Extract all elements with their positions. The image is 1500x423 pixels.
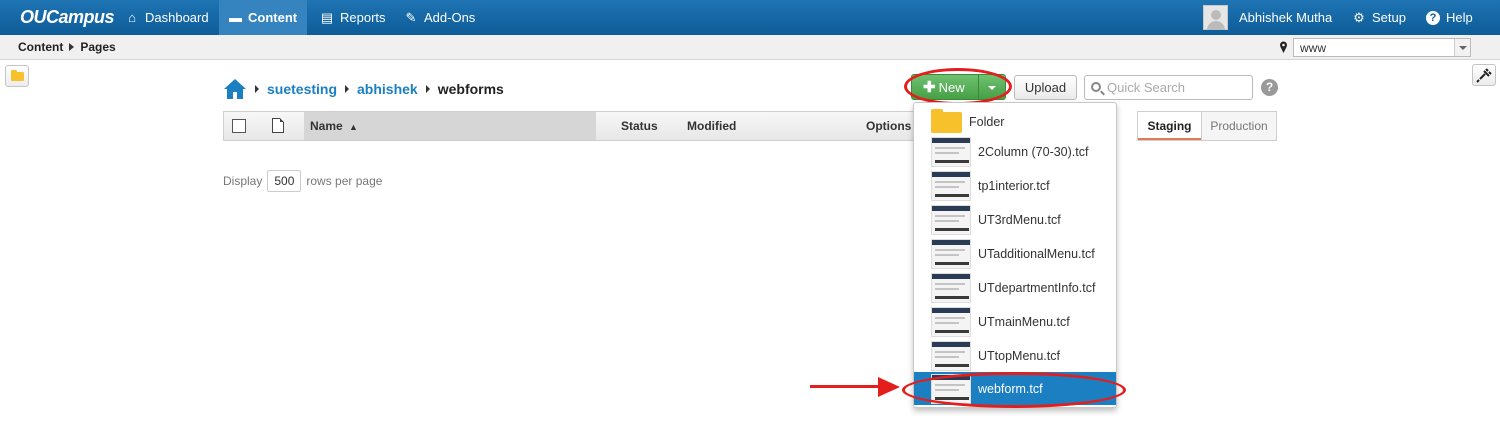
- annotation-arrow: [810, 385, 880, 388]
- menu-item-template[interactable]: UTtopMenu.tcf: [914, 339, 1116, 373]
- column-options: Options: [866, 119, 912, 133]
- column-name[interactable]: Name ▲: [304, 112, 596, 140]
- nav-reports-label: Reports: [340, 10, 386, 25]
- chevron-right-icon: [69, 43, 75, 51]
- breadcrumb-pages: Pages: [80, 40, 116, 54]
- breadcrumb: Content Pages: [18, 40, 116, 54]
- annotation-circle-webform: [902, 372, 1126, 408]
- pin-icon: ✎: [405, 9, 417, 25]
- chevron-down-icon[interactable]: [1454, 39, 1470, 56]
- question-circle-icon: ?: [1426, 10, 1440, 25]
- menu-item-template[interactable]: 2Column (70-30).tcf: [914, 135, 1116, 169]
- site-select-value: www: [1300, 41, 1326, 55]
- path-current-folder: webforms: [437, 81, 504, 97]
- menu-item-template[interactable]: UTdepartmentInfo.tcf: [914, 271, 1116, 305]
- menu-item-label: 2Column (70-30).tcf: [978, 145, 1089, 159]
- gadgets-toggle-button[interactable]: [1472, 64, 1496, 86]
- template-thumbnail: [931, 307, 971, 337]
- menu-item-label: tp1interior.tcf: [978, 179, 1050, 193]
- chevron-right-icon: [345, 85, 350, 93]
- template-thumbnail: [931, 239, 971, 269]
- menu-item-template[interactable]: tp1interior.tcf: [914, 169, 1116, 203]
- rows-per-page-select[interactable]: 500: [267, 170, 302, 192]
- folder-path: suetesting abhishek webforms: [223, 78, 504, 100]
- tab-production[interactable]: Production: [1201, 112, 1276, 140]
- chevron-right-icon: [425, 85, 430, 93]
- app-logo[interactable]: OUCampus: [20, 7, 115, 28]
- plug-icon: [1476, 68, 1492, 83]
- annotation-arrow-head: [878, 377, 900, 397]
- nav-setup[interactable]: ⚙ Setup: [1342, 0, 1416, 35]
- site-select[interactable]: www: [1293, 38, 1471, 57]
- select-all-checkbox[interactable]: [232, 119, 246, 133]
- breadcrumb-content[interactable]: Content: [18, 40, 63, 54]
- breadcrumb-bar: Content Pages: [0, 35, 1500, 60]
- path-link-suetesting[interactable]: suetesting: [267, 81, 337, 97]
- nav-addons[interactable]: ✎ Add-Ons: [394, 0, 485, 35]
- search-icon: [1091, 82, 1101, 92]
- file-table-header: Name ▲ Status Modified Options: [223, 111, 915, 141]
- nav-setup-label: Setup: [1372, 10, 1406, 25]
- user-menu[interactable]: Abhishek Mutha: [1229, 0, 1342, 35]
- template-thumbnail: [931, 341, 971, 371]
- quick-search-input[interactable]: Quick Search: [1084, 75, 1253, 100]
- menu-item-label: UTadditionalMenu.tcf: [978, 247, 1095, 261]
- tab-staging[interactable]: Staging: [1138, 112, 1201, 140]
- clipboard-icon: ▤: [320, 9, 334, 25]
- quick-search-placeholder: Quick Search: [1107, 80, 1186, 95]
- avatar[interactable]: [1203, 5, 1228, 30]
- new-dropdown-menu: Folder 2Column (70-30).tcf tp1interior.t…: [913, 102, 1117, 408]
- column-modified[interactable]: Modified: [687, 112, 736, 140]
- file-tree-toggle-button[interactable]: [5, 65, 29, 87]
- menu-item-folder[interactable]: Folder: [914, 105, 1116, 139]
- nav-dashboard-label: Dashboard: [145, 10, 209, 25]
- file-type-icon: [272, 118, 284, 133]
- nav-help-label: Help: [1446, 10, 1473, 25]
- version-tabs: Staging Production: [1137, 111, 1277, 141]
- nav-content[interactable]: ▬ Content: [219, 0, 307, 35]
- rows-per-page: Display 500 rows per page: [223, 170, 382, 192]
- menu-item-label: UTtopMenu.tcf: [978, 349, 1060, 363]
- nav-addons-label: Add-Ons: [424, 10, 476, 25]
- user-name: Abhishek Mutha: [1239, 10, 1333, 25]
- chevron-right-icon: [255, 85, 259, 93]
- home-icon[interactable]: [223, 78, 247, 100]
- nav-dashboard[interactable]: ⌂ Dashboard: [115, 0, 219, 35]
- menu-item-template[interactable]: UTadditionalMenu.tcf: [914, 237, 1116, 271]
- path-link-abhishek[interactable]: abhishek: [357, 81, 418, 97]
- template-thumbnail: [931, 137, 971, 167]
- template-thumbnail: [931, 171, 971, 201]
- folder-icon: ▬: [229, 9, 242, 25]
- home-icon: ⌂: [128, 9, 136, 25]
- template-thumbnail: [931, 273, 971, 303]
- help-icon[interactable]: ?: [1261, 79, 1278, 96]
- map-pin-icon: [1280, 41, 1287, 53]
- nav-content-label: Content: [248, 10, 298, 25]
- menu-item-template[interactable]: UT3rdMenu.tcf: [914, 203, 1116, 237]
- menu-item-label: UTmainMenu.tcf: [978, 315, 1070, 329]
- menu-item-label: UT3rdMenu.tcf: [978, 213, 1061, 227]
- nav-reports[interactable]: ▤ Reports: [310, 0, 396, 35]
- menu-item-label: UTdepartmentInfo.tcf: [978, 281, 1096, 295]
- display-suffix: rows per page: [306, 174, 383, 188]
- column-name-label: Name: [310, 119, 343, 133]
- menu-item-label: Folder: [969, 115, 1005, 129]
- column-status[interactable]: Status: [621, 112, 658, 140]
- display-prefix: Display: [223, 174, 263, 188]
- top-navigation-bar: OUCampus ⌂ Dashboard ▬ Content ▤ Reports…: [0, 0, 1500, 35]
- folder-icon: [931, 109, 962, 133]
- upload-button[interactable]: Upload: [1014, 75, 1077, 100]
- template-thumbnail: [931, 205, 971, 235]
- sort-ascending-icon: ▲: [349, 122, 358, 132]
- nav-help[interactable]: ? Help: [1416, 0, 1483, 35]
- gear-icon: ⚙: [1353, 9, 1365, 25]
- folder-icon: [11, 70, 24, 81]
- menu-item-template[interactable]: UTmainMenu.tcf: [914, 305, 1116, 339]
- annotation-circle-new: [904, 68, 1012, 105]
